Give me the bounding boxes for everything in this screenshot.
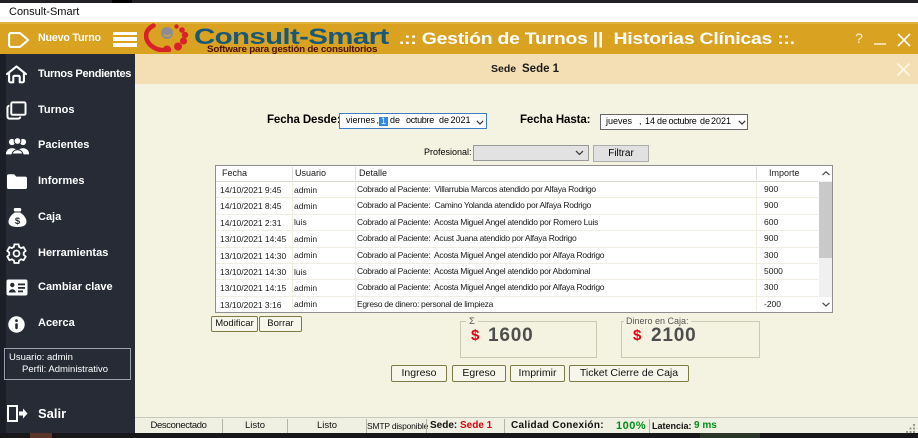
svg-text:$: $ <box>15 216 21 227</box>
